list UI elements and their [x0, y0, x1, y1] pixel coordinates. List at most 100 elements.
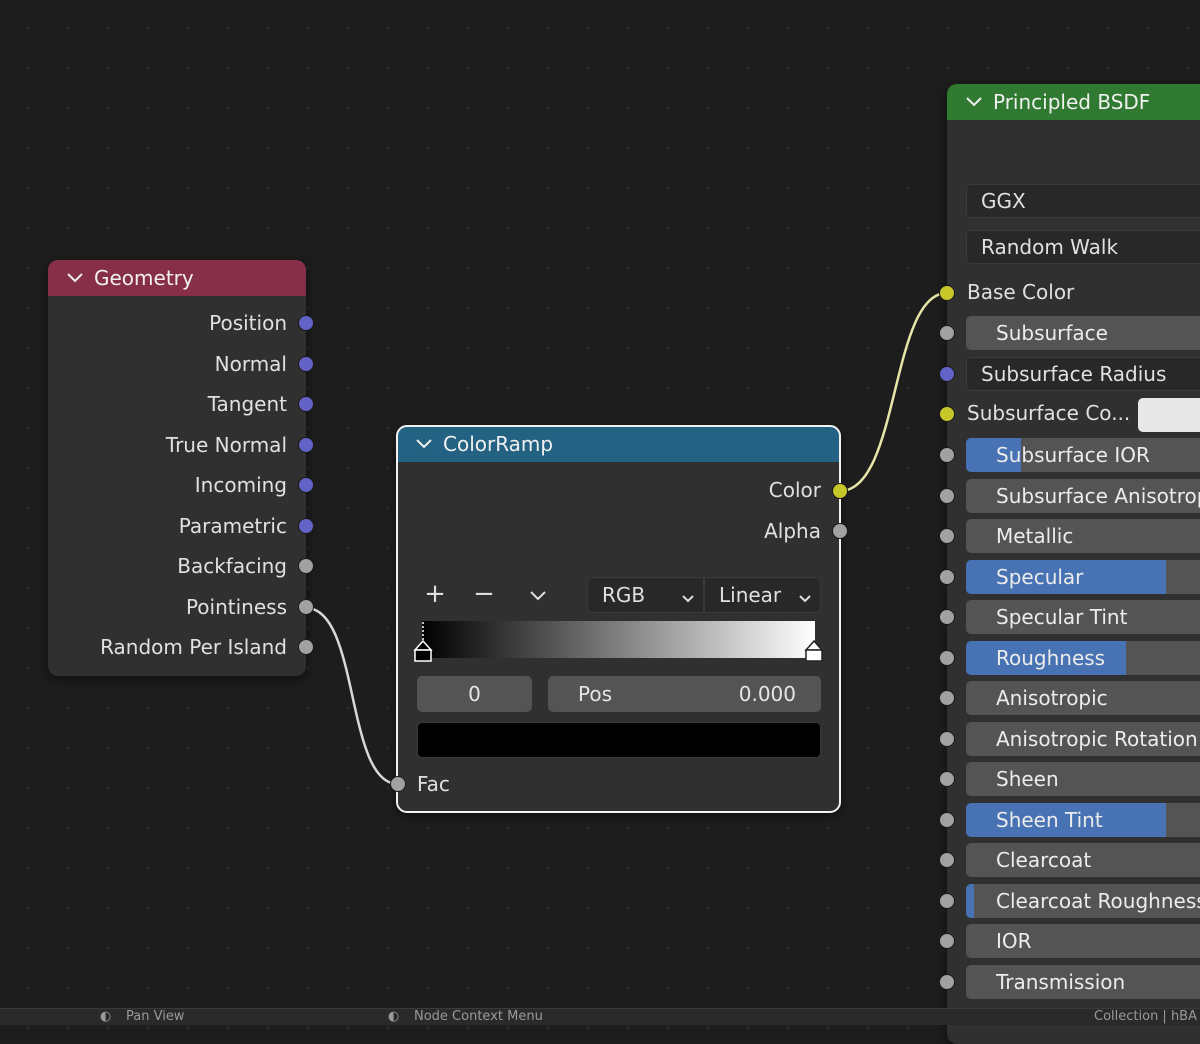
color-mode-dropdown[interactable]: RGB: [587, 577, 704, 613]
socket-true-normal[interactable]: [298, 437, 314, 453]
anisotropic-rotation-slider[interactable]: Anisotropic Rotation: [966, 722, 1200, 756]
chevron-down-icon[interactable]: [415, 438, 437, 450]
colorramp-node-title: ColorRamp: [443, 432, 554, 456]
chevron-down-icon[interactable]: [66, 272, 88, 284]
principled-bsdf-header[interactable]: Principled BSDF: [947, 84, 1200, 120]
geometry-output-incoming: Incoming: [194, 473, 287, 497]
colorramp-output-color: Color: [768, 478, 821, 502]
socket-fac-input[interactable]: [390, 776, 406, 792]
specular-tint-slider-label: Specular Tint: [996, 605, 1128, 629]
link-color-to-basecolor: [839, 291, 948, 493]
interpolation-dropdown[interactable]: Linear: [704, 577, 821, 613]
distribution-value: GGX: [981, 189, 1026, 213]
clearcoat-roughness-slider[interactable]: Clearcoat Roughness: [966, 884, 1200, 918]
socket-pointiness[interactable]: [298, 599, 314, 615]
socket-subsurface-color[interactable]: [939, 406, 955, 422]
socket-roughness[interactable]: [939, 650, 955, 666]
subsurface-color-label: Subsurface Co...: [967, 401, 1131, 425]
socket-random-per-island[interactable]: [298, 639, 314, 655]
socket-anisotropic[interactable]: [939, 690, 955, 706]
specular-tint-slider[interactable]: Specular Tint: [966, 600, 1200, 634]
subsurface-ior-slider[interactable]: Subsurface IOR: [966, 438, 1200, 472]
status-pan-view: Pan View: [126, 1009, 185, 1024]
subsurface-slider[interactable]: Subsurface: [966, 316, 1200, 350]
socket-transmission[interactable]: [939, 974, 955, 990]
clearcoat-slider[interactable]: Clearcoat: [966, 843, 1200, 877]
anisotropic-slider[interactable]: Anisotropic: [966, 681, 1200, 715]
socket-specular-tint[interactable]: [939, 609, 955, 625]
socket-tangent[interactable]: [298, 396, 314, 412]
colorramp-node-header[interactable]: ColorRamp: [397, 426, 840, 462]
subsurface-radius-field[interactable]: Subsurface Radius: [966, 357, 1200, 391]
chevron-down-icon[interactable]: [965, 96, 987, 108]
clearcoat-slider-label: Clearcoat: [996, 848, 1092, 872]
position-label: Pos: [578, 682, 613, 706]
socket-backfacing[interactable]: [298, 558, 314, 574]
socket-ior[interactable]: [939, 933, 955, 949]
socket-position[interactable]: [298, 315, 314, 331]
ramp-stop-black[interactable]: [413, 620, 435, 662]
stop-color-swatch[interactable]: [417, 722, 821, 758]
subsurface-radius-label: Subsurface Radius: [981, 362, 1167, 386]
socket-anisotropic-rotation[interactable]: [939, 731, 955, 747]
socket-base-color[interactable]: [939, 285, 955, 301]
status-node-context-menu: Node Context Menu: [414, 1009, 543, 1024]
stop-index-value: 0: [468, 682, 481, 706]
geometry-output-pointiness: Pointiness: [185, 595, 287, 619]
subsurface-color-swatch[interactable]: [1138, 398, 1200, 432]
ramp-menu-button[interactable]: [520, 577, 556, 611]
fac-input-label: Fac: [417, 772, 450, 796]
socket-color-output[interactable]: [832, 483, 848, 499]
sheen-slider-label: Sheen: [996, 767, 1059, 791]
specular-slider[interactable]: Specular: [966, 560, 1200, 594]
geometry-output-random-per-island: Random Per Island: [100, 635, 287, 659]
socket-metallic[interactable]: [939, 528, 955, 544]
interpolation-value: Linear: [719, 583, 782, 607]
socket-specular[interactable]: [939, 569, 955, 585]
socket-sheen-tint[interactable]: [939, 812, 955, 828]
socket-alpha-output[interactable]: [832, 523, 848, 539]
socket-subsurface-anisotropy[interactable]: [939, 488, 955, 504]
geometry-output-true-normal: True Normal: [165, 433, 287, 457]
position-field[interactable]: Pos 0.000: [548, 676, 821, 712]
mouse-left-icon: ◐: [100, 1009, 112, 1024]
socket-sheen[interactable]: [939, 771, 955, 787]
metallic-slider[interactable]: Metallic: [966, 519, 1200, 553]
geometry-node-header[interactable]: Geometry: [48, 260, 306, 296]
roughness-slider-label: Roughness: [996, 646, 1106, 670]
socket-incoming[interactable]: [298, 477, 314, 493]
status-collection: Collection | hBA: [1094, 1009, 1197, 1024]
roughness-slider[interactable]: Roughness: [966, 641, 1200, 675]
add-stop-button[interactable]: +: [417, 577, 453, 611]
color-ramp-gradient[interactable]: [422, 621, 815, 658]
chevron-down-icon: [798, 587, 812, 611]
ramp-stop-white[interactable]: [804, 620, 826, 662]
geometry-output-tangent: Tangent: [207, 392, 287, 416]
add-stop-label: +: [424, 579, 446, 609]
clearcoat-roughness-slider-label: Clearcoat Roughness: [996, 889, 1200, 913]
metallic-slider-label: Metallic: [996, 524, 1074, 548]
socket-normal[interactable]: [298, 356, 314, 372]
sheen-slider[interactable]: Sheen: [966, 762, 1200, 796]
specular-slider-label: Specular: [996, 565, 1084, 589]
subsurface-method-dropdown[interactable]: Random Walk: [966, 230, 1200, 264]
subsurface-ior-slider-label: Subsurface IOR: [996, 443, 1150, 467]
subsurface-anisotropy-slider[interactable]: Subsurface Anisotropy: [966, 479, 1200, 513]
distribution-dropdown[interactable]: GGX: [966, 184, 1200, 218]
socket-subsurface[interactable]: [939, 325, 955, 341]
subsurface-slider-label: Subsurface: [996, 321, 1108, 345]
transmission-slider[interactable]: Transmission: [966, 965, 1200, 999]
geometry-output-backfacing: Backfacing: [177, 554, 287, 578]
stop-index-field[interactable]: 0: [417, 676, 532, 712]
socket-clearcoat[interactable]: [939, 852, 955, 868]
ior-slider[interactable]: IOR: [966, 924, 1200, 958]
remove-stop-button[interactable]: −: [466, 577, 502, 611]
anisotropic-rotation-slider-label: Anisotropic Rotation: [996, 727, 1198, 751]
socket-clearcoat-roughness[interactable]: [939, 893, 955, 909]
sheen-tint-slider[interactable]: Sheen Tint: [966, 803, 1200, 837]
socket-subsurface-ior[interactable]: [939, 447, 955, 463]
socket-subsurface-radius[interactable]: [939, 366, 955, 382]
clearcoat-roughness-slider-fill: [966, 884, 974, 918]
socket-parametric[interactable]: [298, 518, 314, 534]
remove-stop-label: −: [473, 579, 495, 609]
